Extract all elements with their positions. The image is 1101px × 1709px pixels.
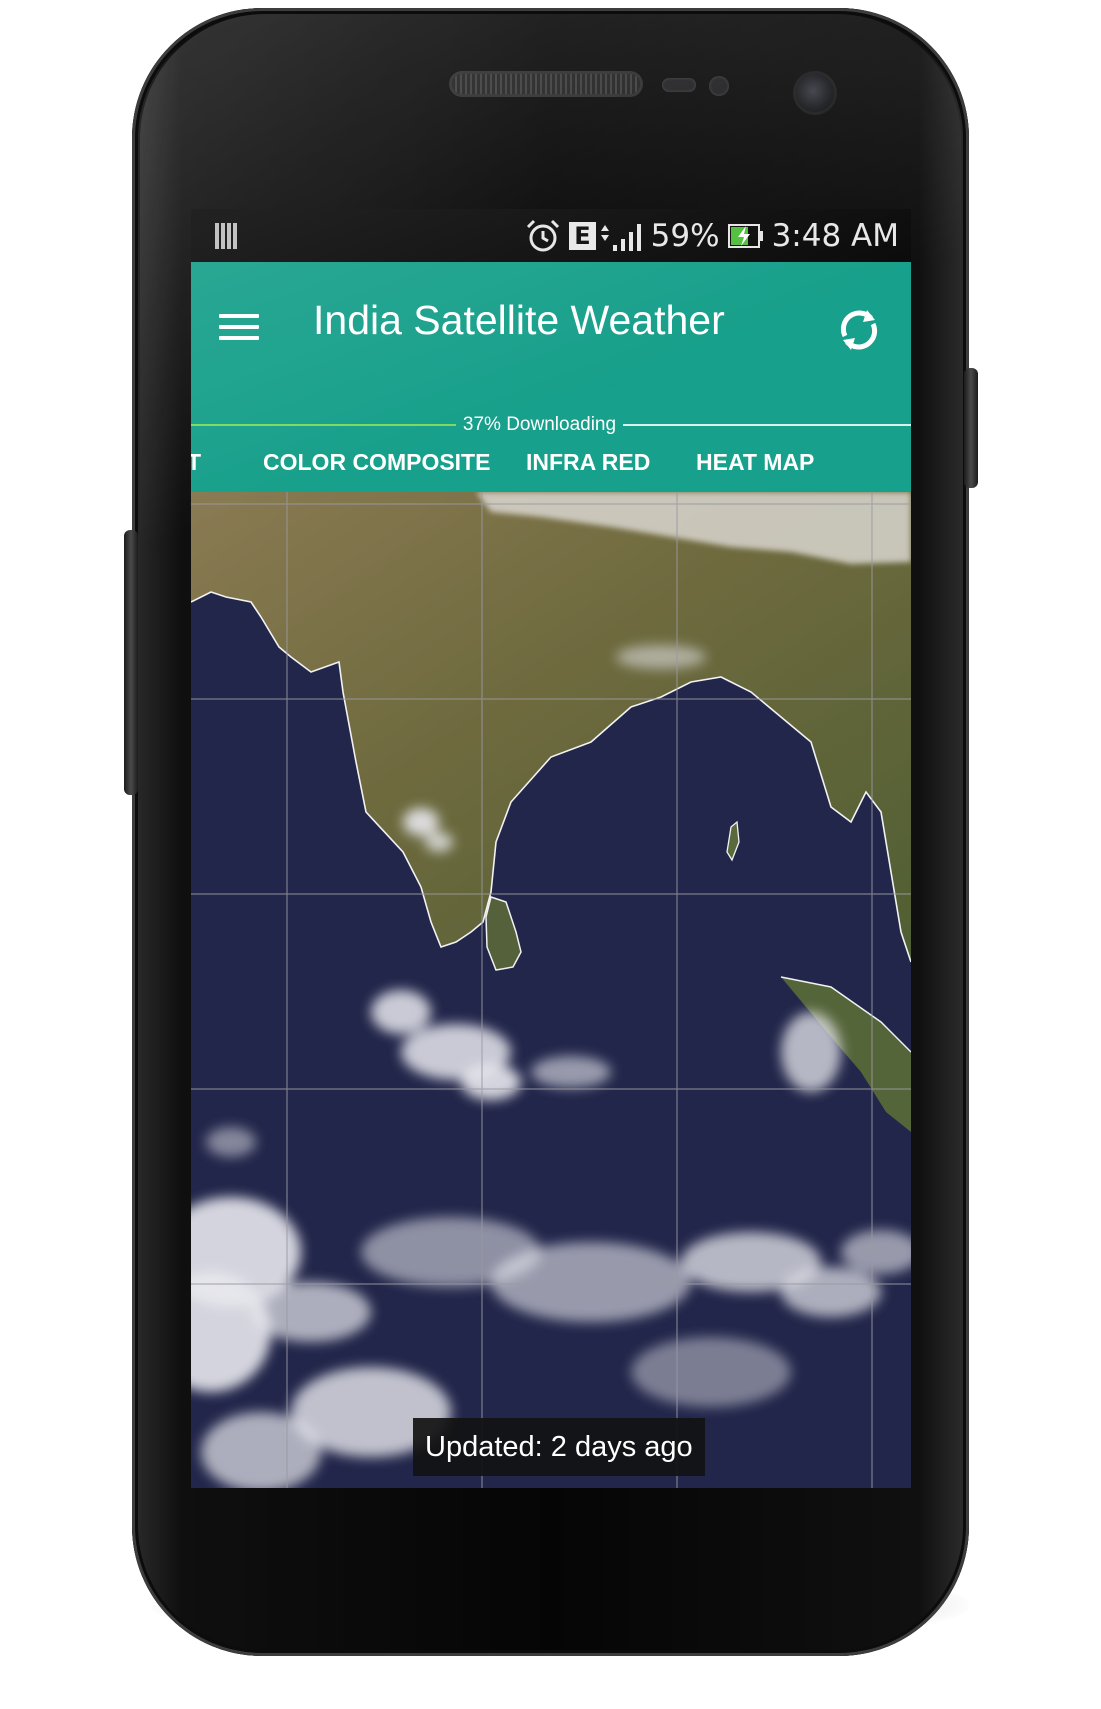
light-sensor [709,76,729,96]
tab-infra-red[interactable]: INFRA RED [526,442,650,492]
progress-track [623,424,911,426]
menu-button[interactable] [219,314,263,348]
volume-button [124,530,138,795]
battery-charging-icon [727,223,763,248]
proximity-sensor [662,78,696,92]
network-type: E [569,221,596,250]
menu-icon-bar [219,336,259,340]
power-button [964,368,978,488]
tab-partial[interactable]: T [191,442,201,492]
battery-percent: 59% [650,217,720,254]
signal-icon [600,223,641,251]
notification-icon [215,223,237,249]
app-bar: India Satellite Weather 37% Downloading … [191,262,911,510]
refresh-button[interactable] [831,302,887,358]
satellite-image [191,492,911,1488]
menu-icon-bar [219,325,259,329]
refresh-icon [840,310,878,350]
clock: 3:48 AM [771,217,899,254]
phone-screen: E 59% 3:48 AM India Satellite Weather 37… [191,209,911,1488]
tab-color-composite[interactable]: COLOR COMPOSITE [263,442,490,492]
progress-fill [191,424,456,426]
download-progress: 37% Downloading [191,410,911,440]
status-bar: E 59% 3:48 AM [191,209,911,262]
satellite-map[interactable]: Updated: 2 days ago [191,492,911,1488]
alarm-icon [527,219,560,251]
front-camera [796,74,834,112]
network-indicator: E [569,221,642,251]
earpiece-speaker [452,74,640,94]
app-title: India Satellite Weather [313,297,725,343]
tab-heat-map[interactable]: HEAT MAP [696,442,814,492]
tab-strip: T COLOR COMPOSITE INFRA RED HEAT MAP [191,442,911,492]
menu-icon [219,314,259,318]
updated-toast: Updated: 2 days ago [413,1418,705,1476]
status-icons: E 59% 3:48 AM [525,209,899,262]
progress-label: 37% Downloading [462,414,617,435]
